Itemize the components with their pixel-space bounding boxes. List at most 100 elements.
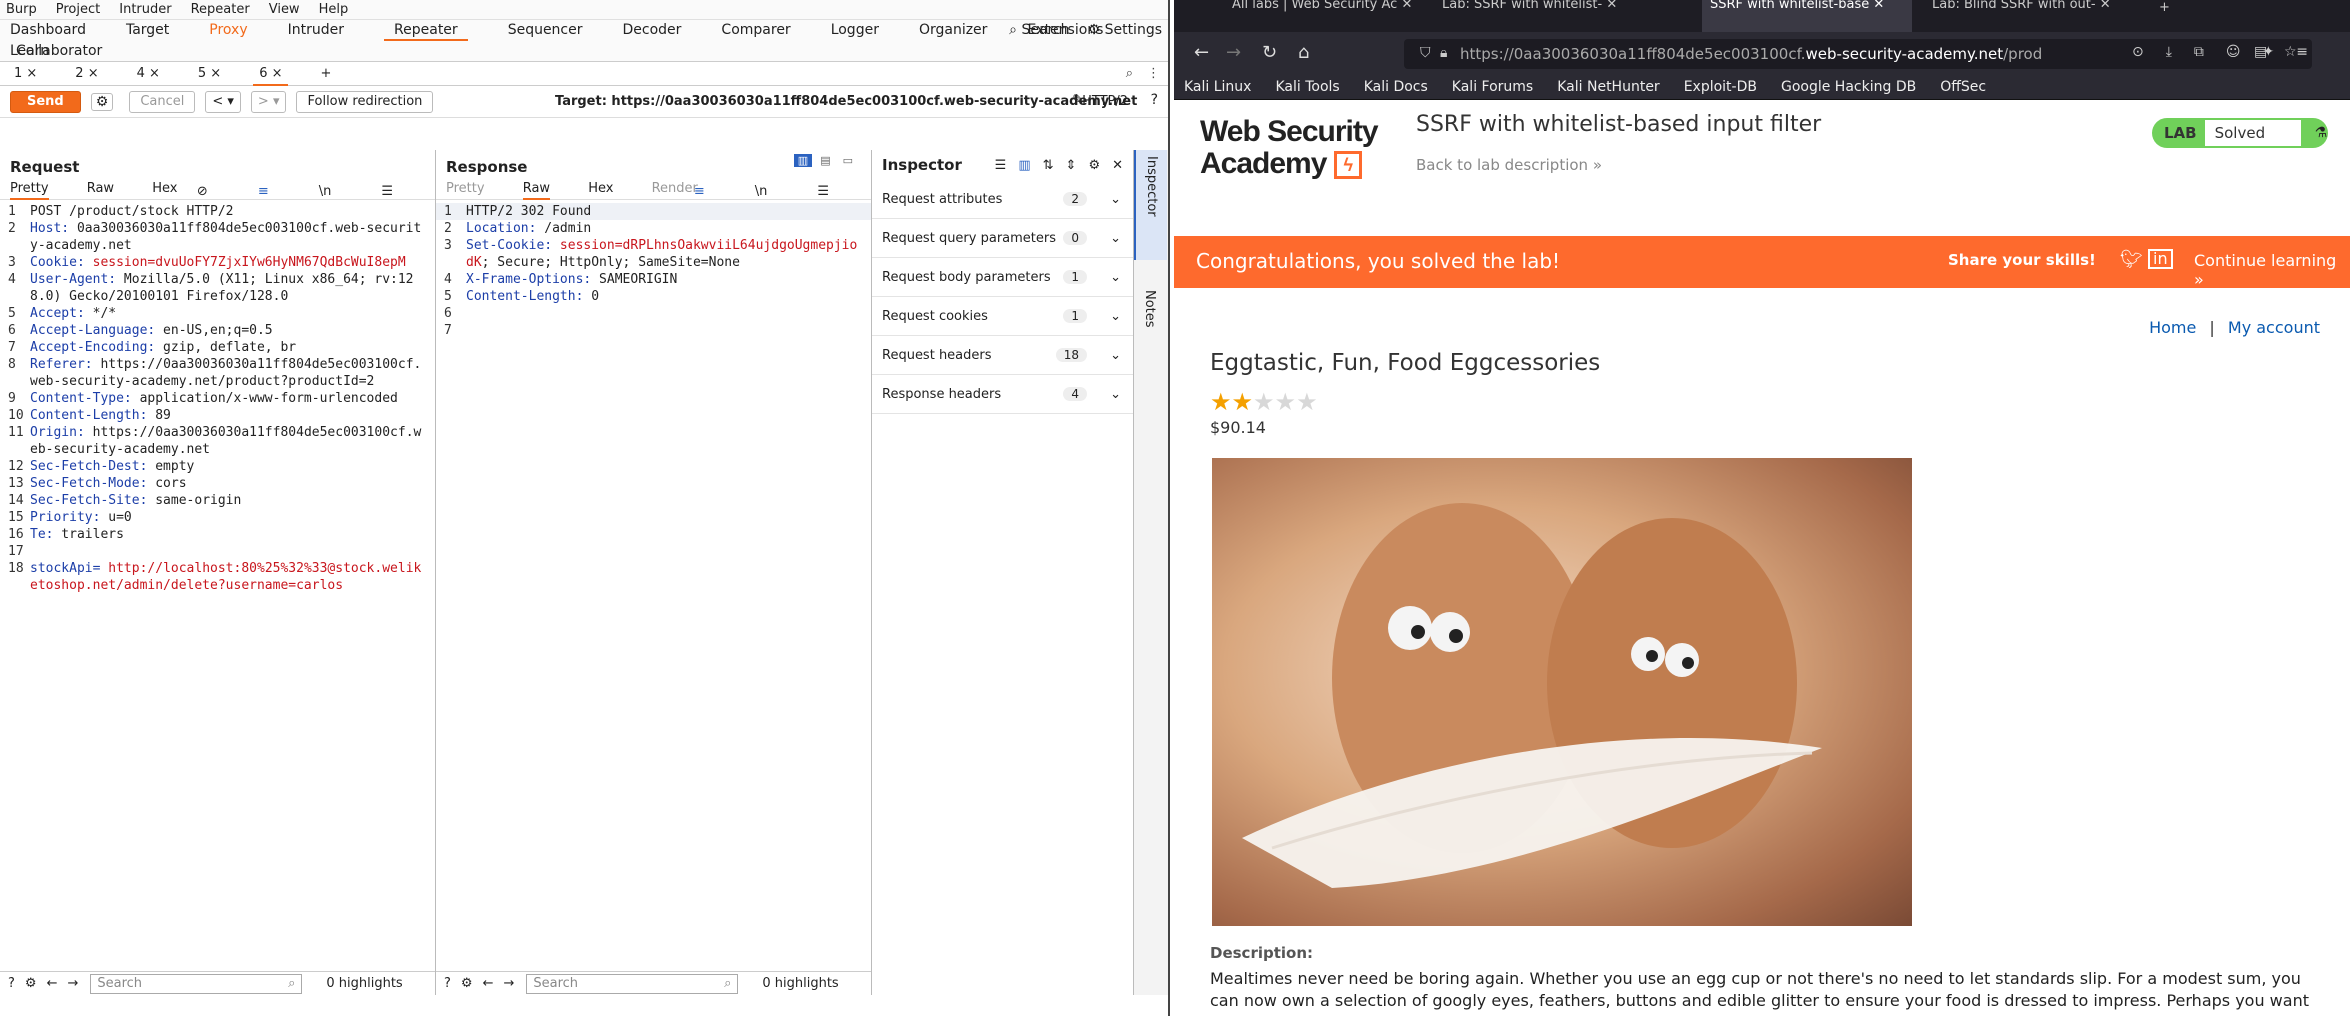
- request-tab-hex[interactable]: Hex: [152, 178, 177, 200]
- chevron-down-icon[interactable]: ⌄: [1110, 231, 1121, 246]
- repeater-tab-6[interactable]: 6 ×: [253, 62, 289, 86]
- reload-icon[interactable]: ↻: [1262, 42, 1277, 63]
- request-search-input[interactable]: Search ⌕: [90, 973, 303, 994]
- layout-horizontal-icon[interactable]: ▤: [816, 154, 834, 167]
- hide-icon[interactable]: ⊘: [197, 181, 208, 203]
- wsa-logo[interactable]: Web Security Academy ϟ: [1200, 116, 1379, 180]
- tab-logger[interactable]: Logger: [831, 20, 879, 41]
- bookmark-kali-tools[interactable]: Kali Tools: [1275, 79, 1339, 95]
- response-editor[interactable]: 1 HTTP/2 302 Found 2 Location: /admin 3 Set-C…: [436, 200, 871, 342]
- forward-icon[interactable]: →: [1226, 42, 1241, 63]
- inspector-row[interactable]: Request body parameters 1 ⌄: [872, 258, 1133, 297]
- bookmark-kali-forums[interactable]: Kali Forums: [1452, 79, 1533, 95]
- bookmark-kali-nethunter[interactable]: Kali NetHunter: [1557, 79, 1659, 95]
- browser-tab-blind-ssrf[interactable]: Lab: Blind SSRF with out- ✕: [1924, 0, 2124, 32]
- layout-tabs-icon[interactable]: ▭: [839, 154, 857, 167]
- inspector-row[interactable]: Request cookies 1 ⌄: [872, 297, 1133, 336]
- tab-target[interactable]: Target: [126, 20, 169, 41]
- vtab-inspector[interactable]: Inspector: [1134, 150, 1167, 260]
- tab-repeater[interactable]: Repeater: [384, 20, 468, 41]
- browser-tab-ssrf-active[interactable]: SSRF with whitelist-base ✕: [1702, 0, 1912, 32]
- shield-icon[interactable]: ⛉: [1420, 45, 1431, 61]
- menu-icon[interactable]: ☰: [381, 181, 393, 203]
- expand-icon[interactable]: ⇕: [1066, 158, 1077, 173]
- response-tab-render[interactable]: Render: [652, 178, 698, 200]
- browser-tab-all-labs[interactable]: All labs | Web Security Ac ✕: [1224, 0, 1424, 32]
- bookmark-google-hacking-db[interactable]: Google Hacking DB: [1781, 79, 1916, 95]
- vtab-notes[interactable]: Notes: [1134, 284, 1165, 334]
- repeater-tab-1[interactable]: 1 ×: [8, 62, 43, 86]
- prev-icon[interactable]: ←: [47, 976, 58, 991]
- gear-icon[interactable]: ⚙: [90, 92, 114, 111]
- repeater-tab-4[interactable]: 4 ×: [131, 62, 166, 86]
- chevron-down-icon[interactable]: ⌄: [1110, 387, 1121, 402]
- gear-icon[interactable]: ⚙: [461, 976, 473, 991]
- settings-button[interactable]: ⚙ Settings: [1088, 20, 1162, 41]
- global-search[interactable]: ⌕ Search: [1009, 20, 1069, 41]
- tab-intruder[interactable]: Intruder: [288, 20, 344, 41]
- menu-intruder[interactable]: Intruder: [119, 2, 171, 17]
- collapse-icon[interactable]: ⇅: [1043, 158, 1054, 173]
- bookmark-kali-linux[interactable]: Kali Linux: [1184, 79, 1251, 95]
- browser-tab-lab-ssrf[interactable]: Lab: SSRF with whitelist- ✕: [1434, 0, 1634, 32]
- tab-organizer[interactable]: Organizer: [919, 20, 987, 41]
- request-editor[interactable]: 1 POST /product/stock HTTP/2 2 Host: 0aa300…: [0, 200, 435, 597]
- send-button[interactable]: Send: [10, 90, 81, 113]
- home-link[interactable]: Home: [2149, 318, 2196, 337]
- next-icon[interactable]: →: [503, 976, 514, 991]
- new-tab-icon[interactable]: +: [2159, 0, 2170, 15]
- back-icon[interactable]: ←: [1194, 42, 1209, 63]
- linkedin-icon[interactable]: in: [2148, 249, 2173, 269]
- back-to-description-link[interactable]: Back to lab description »: [1416, 156, 1602, 174]
- add-tab-icon[interactable]: +: [314, 62, 337, 86]
- menu-project[interactable]: Project: [56, 2, 100, 17]
- response-tab-raw[interactable]: Raw: [522, 178, 551, 200]
- bookmark-exploit-db[interactable]: Exploit-DB: [1684, 79, 1757, 95]
- menu-repeater[interactable]: Repeater: [191, 2, 250, 17]
- twitter-icon[interactable]: 🐦︎: [2120, 249, 2143, 270]
- bookmark-kali-docs[interactable]: Kali Docs: [1364, 79, 1428, 95]
- toolbar-icons[interactable]: ⊙⤓⧉☺✦≡: [2132, 44, 2330, 60]
- history-back-button[interactable]: < ▾: [205, 90, 241, 113]
- response-tab-pretty[interactable]: Pretty: [446, 178, 485, 200]
- search-icon[interactable]: ⌕: [1126, 66, 1133, 81]
- wrap-icon[interactable]: ≡: [258, 181, 269, 203]
- menu-view[interactable]: View: [269, 2, 300, 17]
- inspector-row[interactable]: Request query parameters 0 ⌄: [872, 219, 1133, 258]
- tab-comparer[interactable]: Comparer: [721, 20, 790, 41]
- repeater-tab-5[interactable]: 5 ×: [192, 62, 227, 86]
- menu-icon[interactable]: ☰: [817, 181, 829, 203]
- repeater-tab-2[interactable]: 2 ×: [69, 62, 104, 86]
- newline-icon[interactable]: \n: [319, 181, 332, 203]
- help-icon[interactable]: ?: [444, 976, 451, 991]
- layout-split-icon[interactable]: ▥: [793, 154, 813, 167]
- request-tab-pretty[interactable]: Pretty: [10, 178, 49, 200]
- tab-proxy[interactable]: Proxy: [209, 20, 247, 41]
- chevron-down-icon[interactable]: ⌄: [1110, 348, 1121, 363]
- inspector-row[interactable]: Response headers 4 ⌄: [872, 375, 1133, 414]
- continue-learning-link[interactable]: Continue learning »: [2194, 251, 2350, 289]
- tab-dashboard[interactable]: Dashboard: [10, 20, 86, 41]
- request-tab-raw[interactable]: Raw: [87, 178, 114, 200]
- prev-icon[interactable]: ←: [483, 976, 494, 991]
- layout-list-icon[interactable]: ☰: [995, 158, 1007, 173]
- response-search-input[interactable]: Search ⌕: [526, 973, 739, 994]
- gear-icon[interactable]: ⚙: [25, 976, 37, 991]
- layout-columns-icon[interactable]: ▥: [1018, 158, 1030, 173]
- gear-icon[interactable]: ⚙: [1088, 158, 1100, 173]
- cancel-button[interactable]: Cancel: [129, 90, 196, 113]
- chevron-down-icon[interactable]: ⌄: [1110, 192, 1121, 207]
- tab-decoder[interactable]: Decoder: [623, 20, 682, 41]
- home-icon[interactable]: ⌂: [1298, 42, 1309, 63]
- bookmark-offsec[interactable]: OffSec: [1940, 79, 1986, 95]
- help-icon[interactable]: ?: [1151, 92, 1158, 108]
- close-icon[interactable]: ✕: [1112, 158, 1123, 173]
- lock-icon[interactable]: 🔒︎: [1440, 45, 1447, 61]
- inspector-row[interactable]: Request attributes 2 ⌄: [872, 180, 1133, 219]
- menu-help[interactable]: Help: [319, 2, 349, 17]
- tab-sequencer[interactable]: Sequencer: [508, 20, 583, 41]
- response-tab-hex[interactable]: Hex: [588, 178, 613, 200]
- chevron-down-icon[interactable]: ⌄: [1110, 309, 1121, 324]
- history-forward-button[interactable]: > ▾: [250, 90, 287, 113]
- wrap-icon[interactable]: ≡: [694, 181, 705, 203]
